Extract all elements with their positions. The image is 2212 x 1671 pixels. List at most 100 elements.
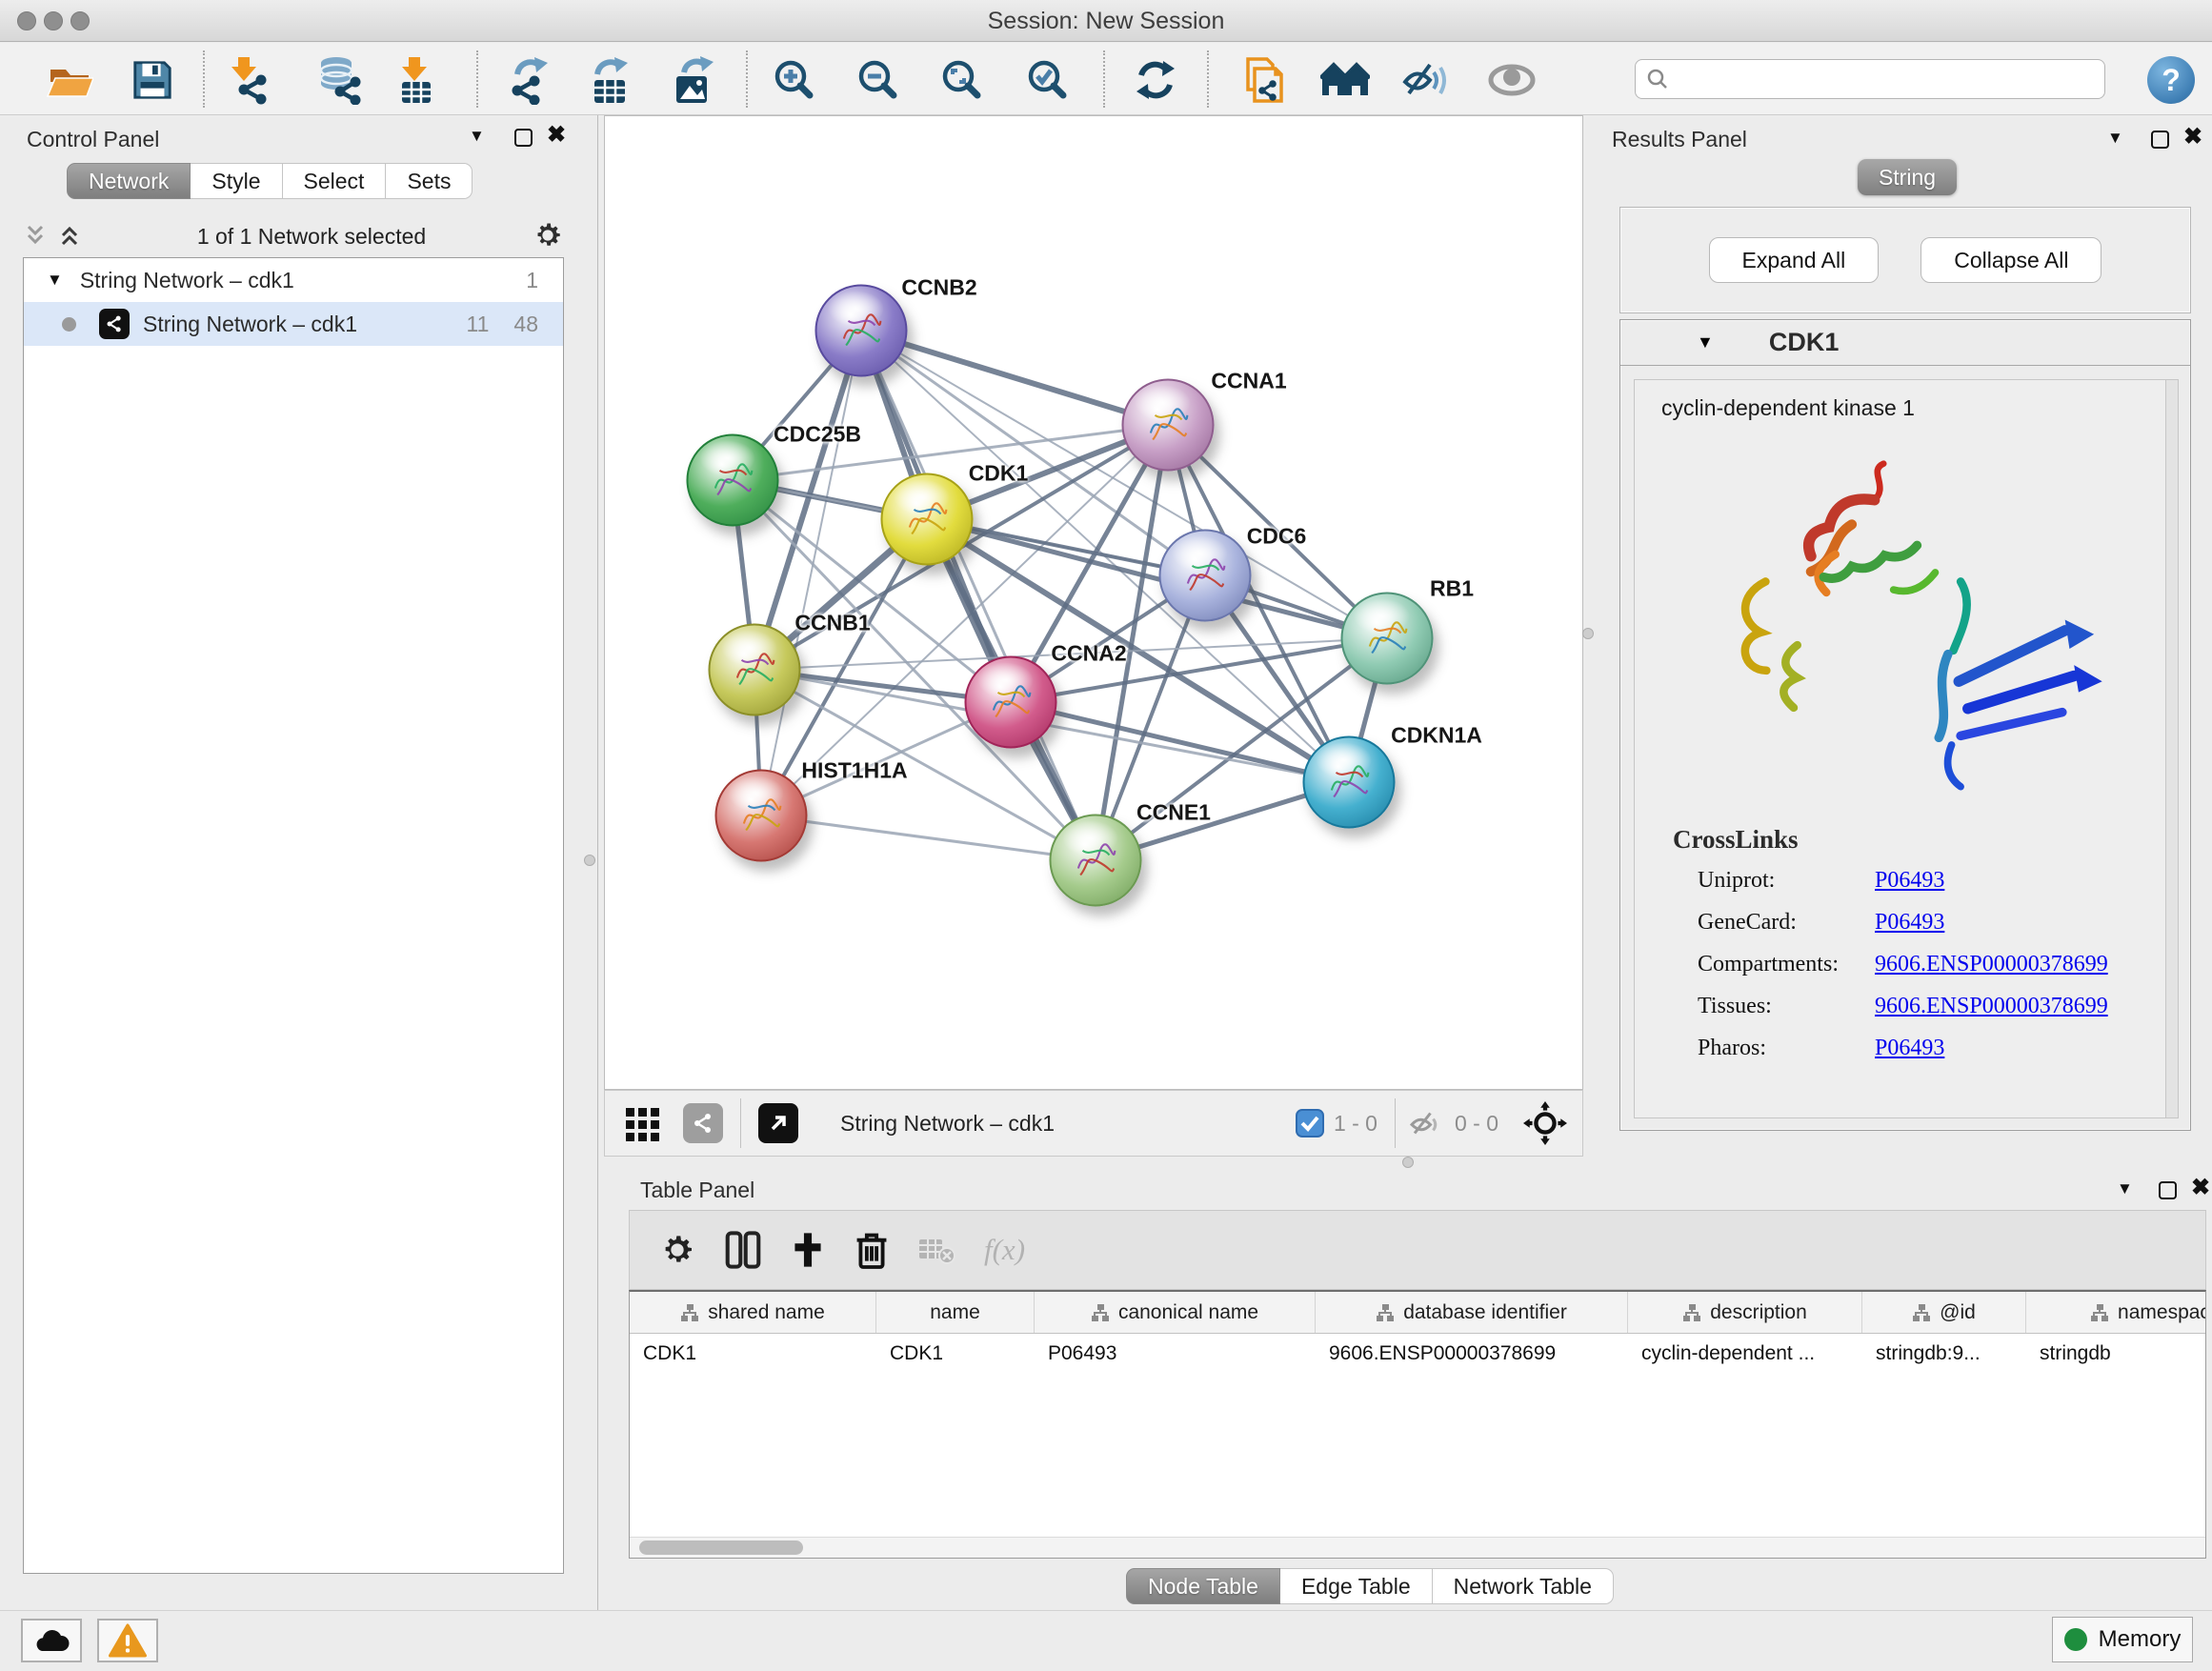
search-input[interactable] [1670,67,2104,91]
grid-view-button[interactable] [624,1104,662,1142]
horizontal-splitter-handle[interactable] [1402,1157,1414,1168]
help-button[interactable]: ? [2147,56,2195,104]
export-table-button[interactable] [583,54,636,106]
network-view-list-button[interactable] [683,1103,723,1143]
tab-sets[interactable]: Sets [386,163,473,199]
network-node-cdc6[interactable] [1159,530,1252,622]
column-header-database-identifier[interactable]: database identifier [1316,1292,1628,1333]
genecard-link[interactable]: P06493 [1875,910,1944,936]
column-header-shared-name[interactable]: shared name [630,1292,876,1333]
tab-style[interactable]: Style [191,163,282,199]
welcome-screen-button[interactable] [1318,54,1372,106]
tab-node-table[interactable]: Node Table [1126,1568,1280,1604]
network-options-gear-button[interactable] [532,219,564,254]
network-node-ccna1[interactable] [1122,379,1215,472]
export-image-button[interactable] [667,54,720,106]
double-home-icon [1320,59,1370,101]
column-header-namespace[interactable]: namespac [2026,1292,2206,1333]
checkbox-checked-icon [1296,1109,1324,1137]
panel-menu-button[interactable]: ▼ [2107,129,2123,148]
fit-content-button[interactable] [1523,1101,1567,1145]
hidden-counts: 0 - 0 [1455,1111,1498,1137]
export-network-icon [506,55,552,105]
uniprot-link[interactable]: P06493 [1875,868,1944,894]
toolbar-separator [1395,1098,1396,1148]
network-canvas[interactable]: CCNB2CCNA1CDC25BCDK1CDC6RB1CCNB1CCNA2CDK… [604,115,1583,1090]
show-columns-button[interactable] [725,1230,761,1270]
column-header-id[interactable]: @id [1862,1292,2026,1333]
import-network-icon [225,55,271,105]
save-session-button[interactable] [126,54,179,106]
zoom-selected-button[interactable] [1021,54,1075,106]
table-options-gear-button[interactable] [658,1231,696,1269]
detach-view-button[interactable] [758,1103,798,1143]
import-network-file-button[interactable] [221,54,274,106]
tissues-link[interactable]: 9606.ENSP00000378699 [1875,994,2108,1019]
network-node-ccna2[interactable] [965,656,1057,749]
panel-close-button[interactable]: ✖ [2183,128,2202,147]
import-network-database-button[interactable] [312,54,366,106]
zoom-in-button[interactable] [768,54,821,106]
hidden-items-button[interactable] [1407,1106,1445,1140]
network-node-rb1[interactable] [1341,593,1434,685]
tab-select[interactable]: Select [283,163,387,199]
collapse-all-networks-button[interactable] [23,223,48,251]
export-network-button[interactable] [502,54,555,106]
import-table-file-button[interactable] [389,54,442,106]
network-node-cdc25b[interactable] [687,434,779,527]
network-type-icon [99,309,130,339]
scrollbar-thumb[interactable] [639,1540,803,1555]
column-header-name[interactable]: name [876,1292,1035,1333]
table-row[interactable]: CDK1 CDK1 P06493 9606.ENSP00000378699 cy… [630,1334,2205,1374]
zoom-fit-button[interactable] [935,54,989,106]
network-collection-row[interactable]: ▼ String Network – cdk1 1 [24,258,563,302]
gear-icon [658,1231,696,1269]
tab-string[interactable]: String [1858,159,1957,195]
tab-network-table[interactable]: Network Table [1433,1568,1614,1604]
panel-menu-button[interactable]: ▼ [469,127,485,146]
delete-column-button[interactable] [855,1230,889,1270]
pharos-link[interactable]: P06493 [1875,1036,1944,1061]
collapse-all-button[interactable]: Collapse All [1920,237,2101,283]
results-scrollbar[interactable] [2165,380,2178,1118]
network-node-ccnb2[interactable] [815,285,908,377]
add-column-button[interactable] [790,1230,826,1270]
collapse-entry-button[interactable]: ▼ [1697,332,1714,352]
network-row[interactable]: String Network – cdk1 11 48 [24,302,563,346]
network-node-cdk1[interactable] [881,473,974,566]
collection-label: String Network – cdk1 [80,268,294,293]
clone-network-button[interactable] [1237,54,1290,106]
open-session-button[interactable] [43,54,96,106]
panel-close-button[interactable]: ✖ [547,126,566,145]
tab-network[interactable]: Network [67,163,191,199]
panel-close-button[interactable]: ✖ [2191,1178,2210,1198]
cloud-services-button[interactable] [21,1619,82,1662]
expand-all-button[interactable]: Expand All [1709,237,1880,283]
column-header-canonical-name[interactable]: canonical name [1035,1292,1316,1333]
left-splitter-handle[interactable] [584,855,595,866]
zoom-out-button[interactable] [852,54,905,106]
table-panel: Table Panel ▼ ✖ [604,1168,2212,1610]
network-node-ccnb1[interactable] [709,624,801,716]
hide-graphics-details-button[interactable] [1399,54,1453,106]
save-floppy-icon [131,58,174,102]
panel-float-button[interactable] [2151,131,2169,149]
panel-float-button[interactable] [514,129,533,147]
panel-menu-button[interactable]: ▼ [2117,1179,2133,1198]
memory-button[interactable]: Memory [2052,1617,2193,1662]
right-splitter-handle[interactable] [1582,628,1594,639]
expand-all-networks-button[interactable] [57,223,82,251]
tab-edge-table[interactable]: Edge Table [1280,1568,1433,1604]
column-label: description [1710,1301,1807,1324]
node-gloss [1173,535,1228,571]
network-node-cdkn1a[interactable] [1303,736,1396,829]
network-node-hist1h1a[interactable] [715,770,808,862]
birds-eye-view-button[interactable] [1485,54,1538,106]
column-header-description[interactable]: description [1628,1292,1862,1333]
network-node-ccne1[interactable] [1050,815,1142,907]
warnings-button[interactable] [97,1619,158,1662]
refresh-view-button[interactable] [1129,54,1182,106]
compartments-link[interactable]: 9606.ENSP00000378699 [1875,952,2108,977]
selected-nodes-checkbox[interactable] [1296,1109,1324,1137]
panel-float-button[interactable] [2159,1181,2177,1199]
